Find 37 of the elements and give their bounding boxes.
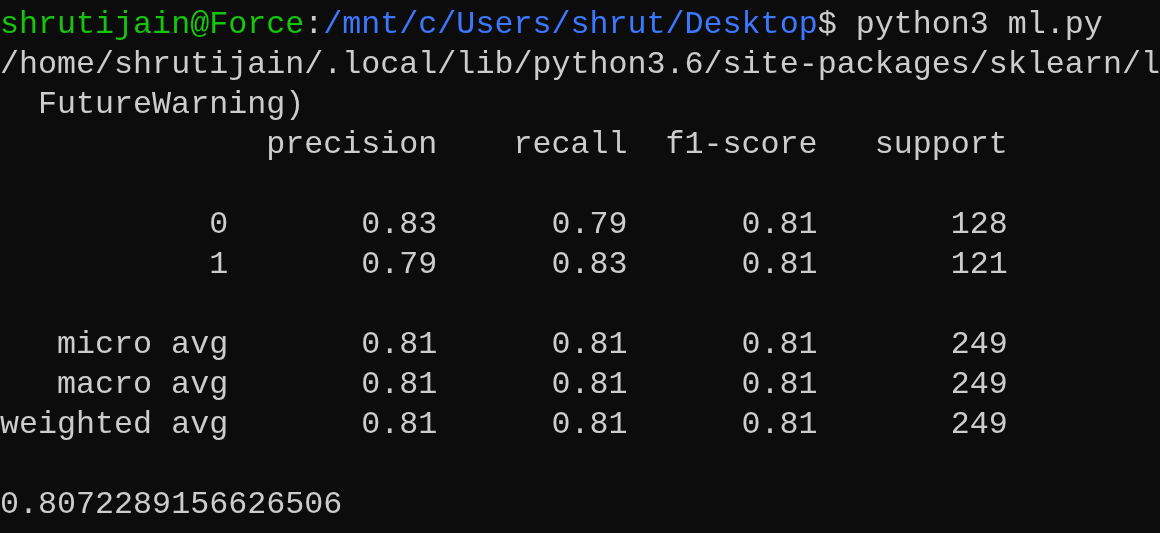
table-cell-text: 249 xyxy=(949,326,1008,365)
table-cell-text: 0.79 xyxy=(360,246,438,285)
command-text: python3 ml.py xyxy=(855,6,1103,45)
table-cell-text: 121 xyxy=(949,246,1008,285)
table-cell-text: 0.83 xyxy=(360,206,438,245)
table-cell-text: 249 xyxy=(949,366,1008,405)
table-cell-text: 0.81 xyxy=(740,326,818,365)
column-header: precision xyxy=(265,126,438,165)
column-header: recall xyxy=(512,126,628,165)
column-header: f1-score xyxy=(664,126,818,165)
row-label: macro avg xyxy=(56,366,229,405)
prompt-user-host: shrutijain@Force xyxy=(0,6,305,45)
table-cell-text: 0.81 xyxy=(550,406,628,445)
table-cell-text: 0.79 xyxy=(550,206,628,245)
table-cell-text: 0.81 xyxy=(360,406,438,445)
table-cell-text: 249 xyxy=(949,406,1008,445)
table-cell-text: 0.83 xyxy=(550,246,628,285)
row-label: 0 xyxy=(208,206,229,245)
table-cell-text: 0.81 xyxy=(360,326,438,365)
table-cell-text: 0.81 xyxy=(360,366,438,405)
result-value: 0.8072289156626506 xyxy=(0,486,343,525)
table-cell-text: 0.81 xyxy=(740,206,818,245)
prompt-symbol: $ xyxy=(817,6,837,45)
table-cell-text: 0.81 xyxy=(740,366,818,405)
row-label: weighted avg xyxy=(0,406,229,445)
prompt-path: /mnt/c/Users/shrut/Desktop xyxy=(323,6,818,45)
table-cell-text: 0.81 xyxy=(550,326,628,365)
warning-text: FutureWarning) xyxy=(38,86,305,125)
table-cell-text: 0.81 xyxy=(740,246,818,285)
column-header: support xyxy=(873,126,1008,165)
table-cell-text: 0.81 xyxy=(740,406,818,445)
row-label: 1 xyxy=(208,246,229,285)
warning-path: /home/shrutijain/.local/lib/python3.6/site-packages/sklearn/l xyxy=(0,46,1160,85)
prompt-separator: : xyxy=(304,6,324,45)
table-cell-text: 0.81 xyxy=(550,366,628,405)
row-label: micro avg xyxy=(56,326,229,365)
table-cell-text: 128 xyxy=(949,206,1008,245)
